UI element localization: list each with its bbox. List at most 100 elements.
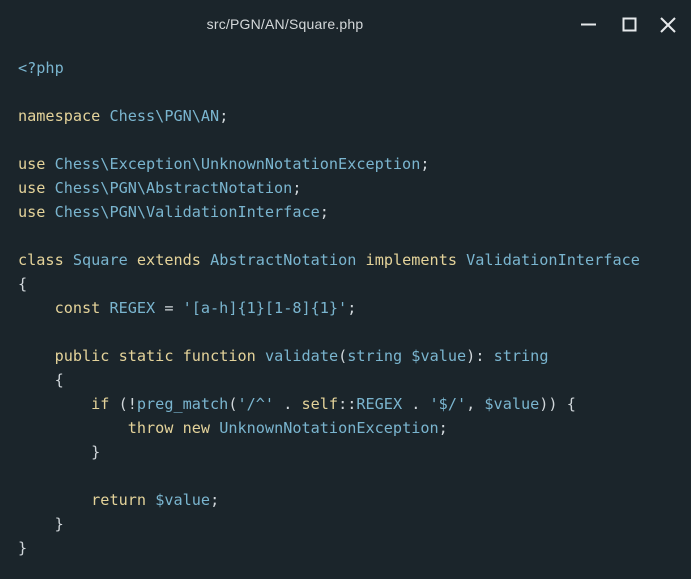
code-line: } (18, 440, 640, 464)
code-token-plain: } (18, 515, 64, 533)
code-token-plain: ( (338, 347, 348, 365)
maximize-button[interactable] (617, 12, 643, 38)
code-token-keyword: use (18, 203, 46, 221)
code-token-plain: { (18, 275, 28, 293)
code-line: return $value; (18, 488, 640, 512)
code-token-keyword: use (18, 155, 46, 173)
code-token-plain: (! (109, 395, 137, 413)
code-token-var: $value (484, 395, 540, 413)
code-token-keyword: throw (127, 419, 174, 437)
code-token-keyword: return (91, 491, 147, 509)
code-token-plain: ; (210, 491, 220, 509)
code-token-keyword: const (54, 299, 101, 317)
code-token-name: preg_match (136, 395, 229, 413)
code-token-plain: { (18, 371, 64, 389)
code-editor[interactable]: <?php namespace Chess\PGN\AN; use Chess\Ex… (18, 56, 640, 560)
code-token-name: AbstractNotation (210, 251, 357, 269)
code-token-keyword: if (91, 395, 110, 413)
code-token-keyword: namespace (18, 107, 101, 125)
code-token-keyword: static (118, 347, 174, 365)
code-line: } (18, 536, 640, 560)
close-button[interactable] (655, 12, 681, 38)
code-token-keyword: class (18, 251, 64, 269)
code-token-plain: ; (319, 203, 329, 221)
code-token-keyword: new (182, 419, 211, 437)
maximize-icon (622, 17, 637, 32)
code-token-plain: ; (420, 155, 430, 173)
close-icon (660, 17, 676, 33)
code-line: public static function validate(string $… (18, 344, 640, 368)
code-token-var: $value (155, 491, 211, 509)
code-token-plain: ; (347, 299, 357, 317)
code-token-plain: :: (338, 395, 357, 413)
code-token-string: '$/' (429, 395, 467, 413)
code-token-name: REGEX (109, 299, 156, 317)
code-token-plain: ): (466, 347, 494, 365)
minimize-button[interactable] (575, 12, 601, 38)
code-line: { (18, 272, 640, 296)
code-token-plain: )) { (539, 395, 576, 413)
code-token-keyword: function (182, 347, 256, 365)
code-line: use Chess\PGN\ValidationInterface; (18, 200, 640, 224)
minimize-icon (581, 23, 596, 26)
code-token-plain: ; (219, 107, 229, 125)
code-token-string: '/^' (237, 395, 275, 413)
code-token-plain: ; (292, 179, 302, 197)
code-window: src/PGN/AN/Square.php <?php namespace Che… (0, 0, 691, 579)
window-title: src/PGN/AN/Square.php (206, 16, 364, 32)
code-token-keyword: use (18, 179, 46, 197)
code-token-var: $value (411, 347, 467, 365)
code-token-plain: ; (438, 419, 448, 437)
code-line: const REGEX = '[a-h]{1}[1-8]{1}'; (18, 296, 640, 320)
title-bar[interactable]: src/PGN/AN/Square.php (0, 0, 691, 50)
code-token-keyword: self (301, 395, 339, 413)
code-token-plain: } (18, 539, 28, 557)
code-token-keyword: extends (136, 251, 201, 269)
code-line: { (18, 368, 640, 392)
code-line: } (18, 512, 640, 536)
code-line: use Chess\Exception\UnknownNotationExcep… (18, 152, 640, 176)
code-line: use Chess\PGN\AbstractNotation; (18, 176, 640, 200)
code-line: <?php (18, 56, 640, 80)
code-token-name: UnknownNotationException (219, 419, 439, 437)
code-token-keyword: public (54, 347, 110, 365)
code-token-name: ValidationInterface (466, 251, 640, 269)
code-token-plain: } (18, 443, 101, 461)
code-token-name: Square (72, 251, 128, 269)
code-token-plain: . (402, 395, 430, 413)
code-token-name: Chess\PGN\AbstractNotation (54, 179, 293, 197)
code-token-tag: <?php (18, 59, 64, 77)
code-line: if (!preg_match('/^' . self::REGEX . '$/… (18, 392, 640, 416)
code-token-name: Chess\Exception\UnknownNotationException (54, 155, 421, 173)
code-token-name: Chess\PGN\ValidationInterface (54, 203, 320, 221)
code-line: throw new UnknownNotationException; (18, 416, 640, 440)
code-line: namespace Chess\PGN\AN; (18, 104, 640, 128)
code-line: class Square extends AbstractNotation im… (18, 248, 640, 272)
code-token-name: string (347, 347, 403, 365)
code-token-name: Chess\PGN\AN (109, 107, 220, 125)
